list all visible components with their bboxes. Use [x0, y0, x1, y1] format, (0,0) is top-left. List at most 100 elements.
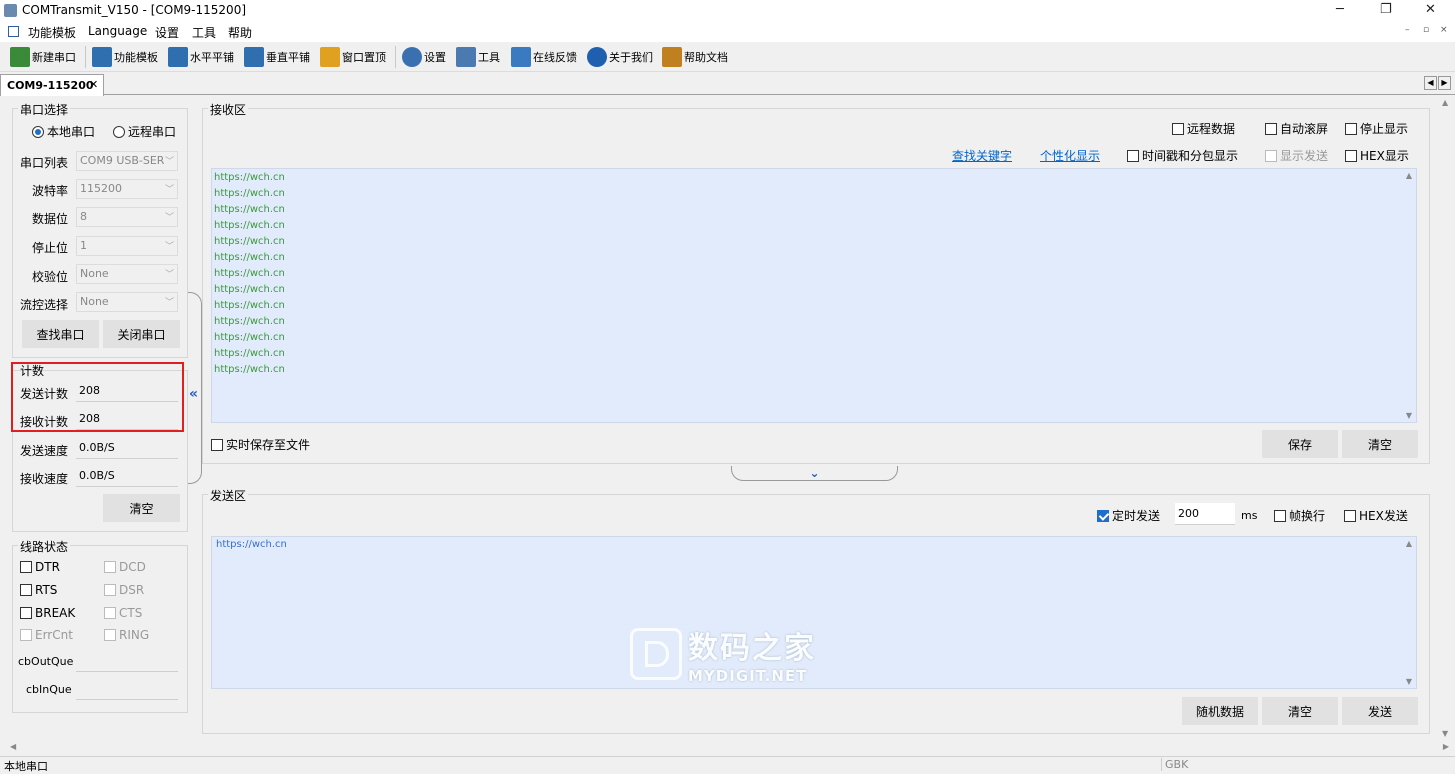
gear-icon [402, 47, 422, 67]
custom-display-link[interactable]: 个性化显示 [1040, 147, 1100, 164]
scroll-right-icon[interactable]: ▶ [1443, 742, 1449, 751]
mdi-restore-icon[interactable]: ▫ [1423, 25, 1429, 35]
stop-display-checkbox[interactable]: 停止显示 [1345, 120, 1408, 137]
scroll-left-icon[interactable]: ◀ [10, 742, 16, 751]
recv-speed-value: 0.0B/S [76, 465, 178, 487]
checkbox-icon [20, 561, 32, 573]
receive-clear-button[interactable]: 清空 [1342, 430, 1418, 458]
stop-bits-select[interactable]: 1 ﹀ [76, 236, 178, 256]
menu-template[interactable]: 功能模板 [28, 24, 76, 41]
menu-help[interactable]: 帮助 [228, 24, 252, 41]
receive-line: https://wch.cn [214, 188, 285, 199]
feedback-button[interactable]: 在线反馈 [511, 45, 577, 69]
status-bar: 本地串口 GBK [0, 756, 1455, 773]
scroll-down-icon[interactable]: ▼ [1406, 677, 1412, 686]
chevron-down-icon: ﹀ [164, 270, 174, 280]
line-section-title: 线路状态 [18, 538, 71, 555]
auto-scroll-checkbox[interactable]: 自动滚屏 [1265, 120, 1328, 137]
flow-control-label: 流控选择 [20, 298, 69, 312]
parity-select[interactable]: None ﹀ [76, 264, 178, 284]
remote-data-checkbox[interactable]: 远程数据 [1172, 120, 1235, 137]
tools-button[interactable]: 工具 [456, 45, 500, 69]
tile-vertical-button[interactable]: 垂直平铺 [244, 45, 310, 69]
tab-scroll-left-icon[interactable]: ◀ [1424, 76, 1437, 90]
chevron-down-icon: ﹀ [164, 298, 174, 308]
send-button[interactable]: 发送 [1342, 697, 1418, 725]
minimize-button[interactable]: ─ [1336, 2, 1344, 17]
port-list-select[interactable]: COM9 USB-SER ﹀ [76, 151, 178, 171]
close-button[interactable]: ✕ [1425, 2, 1436, 17]
tile-vertical-icon [244, 47, 264, 67]
menu-settings[interactable]: 设置 [155, 24, 179, 41]
chevron-down-icon: ﹀ [164, 213, 174, 223]
help-doc-button[interactable]: 帮助文档 [662, 45, 728, 69]
watermark-en: MYDIGIT.NET [688, 667, 808, 685]
receive-textarea[interactable]: https://wch.cn https://wch.cn https://wc… [211, 168, 1417, 423]
new-port-button[interactable]: 新建串口 [10, 45, 76, 69]
collapse-left-icon[interactable]: « [189, 386, 198, 402]
send-speed-value: 0.0B/S [76, 437, 178, 459]
send-count-label: 发送计数 [20, 387, 69, 401]
random-data-button[interactable]: 随机数据 [1182, 697, 1258, 725]
local-port-radio[interactable]: 本地串口 [32, 123, 95, 140]
tab-com9[interactable]: COM9-115200 ✕ [0, 74, 104, 96]
horizontal-scrollbar[interactable]: ◀ ▶ [0, 740, 1455, 755]
dtr-checkbox[interactable]: DTR [20, 560, 60, 574]
port-list-label: 串口列表 [20, 156, 69, 170]
settings-button[interactable]: 设置 [402, 45, 446, 69]
hex-display-checkbox[interactable]: HEX显示 [1345, 147, 1409, 164]
break-checkbox[interactable]: BREAK [20, 606, 75, 620]
port-section-title: 串口选择 [18, 101, 71, 118]
toolbar: 新建串口 功能模板 水平平铺 垂直平铺 窗口置顶 设置 工具 在线反馈 关于我们… [0, 42, 1455, 72]
save-button[interactable]: 保存 [1262, 430, 1338, 458]
data-bits-select[interactable]: 8 ﹀ [76, 207, 178, 227]
interval-input[interactable]: 200 [1175, 503, 1235, 525]
remote-port-radio[interactable]: 远程串口 [113, 123, 176, 140]
template-button[interactable]: 功能模板 [92, 45, 158, 69]
scroll-down-icon[interactable]: ▼ [1406, 411, 1412, 420]
rts-checkbox[interactable]: RTS [20, 583, 57, 597]
save-to-file-checkbox[interactable]: 实时保存至文件 [211, 436, 310, 453]
hex-send-checkbox[interactable]: HEX发送 [1344, 507, 1408, 524]
vertical-splitter[interactable]: ⌄ [731, 466, 898, 481]
scroll-up-icon[interactable]: ▲ [1406, 171, 1412, 180]
send-textarea[interactable]: https://wch.cn ▲ ▼ 数码之家 MYDIGIT.NET [211, 536, 1417, 689]
vertical-scrollbar[interactable]: ▲ ▼ [1438, 96, 1453, 740]
show-send-checkbox: 显示发送 [1265, 147, 1328, 164]
menu-language[interactable]: Language [88, 24, 147, 38]
maximize-button[interactable]: ❐ [1380, 2, 1392, 17]
mdi-close-icon[interactable]: × [1440, 25, 1448, 35]
send-text: https://wch.cn [216, 539, 287, 550]
timestamp-checkbox[interactable]: 时间戳和分包显示 [1127, 147, 1238, 164]
about-button[interactable]: 关于我们 [587, 45, 653, 69]
find-keyword-link[interactable]: 查找关键字 [952, 147, 1012, 164]
receive-line: https://wch.cn [214, 316, 285, 327]
find-port-button[interactable]: 查找串口 [22, 320, 99, 348]
tile-horizontal-button[interactable]: 水平平铺 [168, 45, 234, 69]
watermark-cn: 数码之家 [688, 631, 816, 666]
inque-value [76, 678, 178, 700]
menu-tools[interactable]: 工具 [192, 24, 216, 41]
radio-icon [32, 125, 44, 138]
feedback-icon [511, 47, 531, 67]
scroll-up-icon[interactable]: ▲ [1406, 539, 1412, 548]
flow-control-select[interactable]: None ﹀ [76, 292, 178, 312]
baud-select[interactable]: 115200 ﹀ [76, 179, 178, 199]
checkbox-icon [1274, 509, 1286, 522]
stop-bits-label: 停止位 [32, 241, 69, 255]
count-section-title: 计数 [20, 364, 45, 378]
tab-scroll-right-icon[interactable]: ▶ [1438, 76, 1451, 90]
timed-send-checkbox[interactable]: 定时发送 [1097, 507, 1160, 524]
count-clear-button[interactable]: 清空 [103, 494, 180, 522]
tab-close-icon[interactable]: ✕ [89, 78, 98, 91]
mdi-minimize-icon[interactable]: – [1405, 25, 1410, 35]
send-clear-button[interactable]: 清空 [1262, 697, 1338, 725]
chevron-down-icon: ﹀ [164, 157, 174, 167]
pin-window-button[interactable]: 窗口置顶 [320, 45, 386, 69]
scroll-up-icon[interactable]: ▲ [1442, 98, 1448, 107]
scroll-down-icon[interactable]: ▼ [1442, 729, 1448, 738]
checkbox-icon [104, 607, 116, 619]
chevron-down-icon: ﹀ [164, 185, 174, 195]
frame-newline-checkbox[interactable]: 帧换行 [1274, 507, 1325, 524]
close-port-button[interactable]: 关闭串口 [103, 320, 180, 348]
